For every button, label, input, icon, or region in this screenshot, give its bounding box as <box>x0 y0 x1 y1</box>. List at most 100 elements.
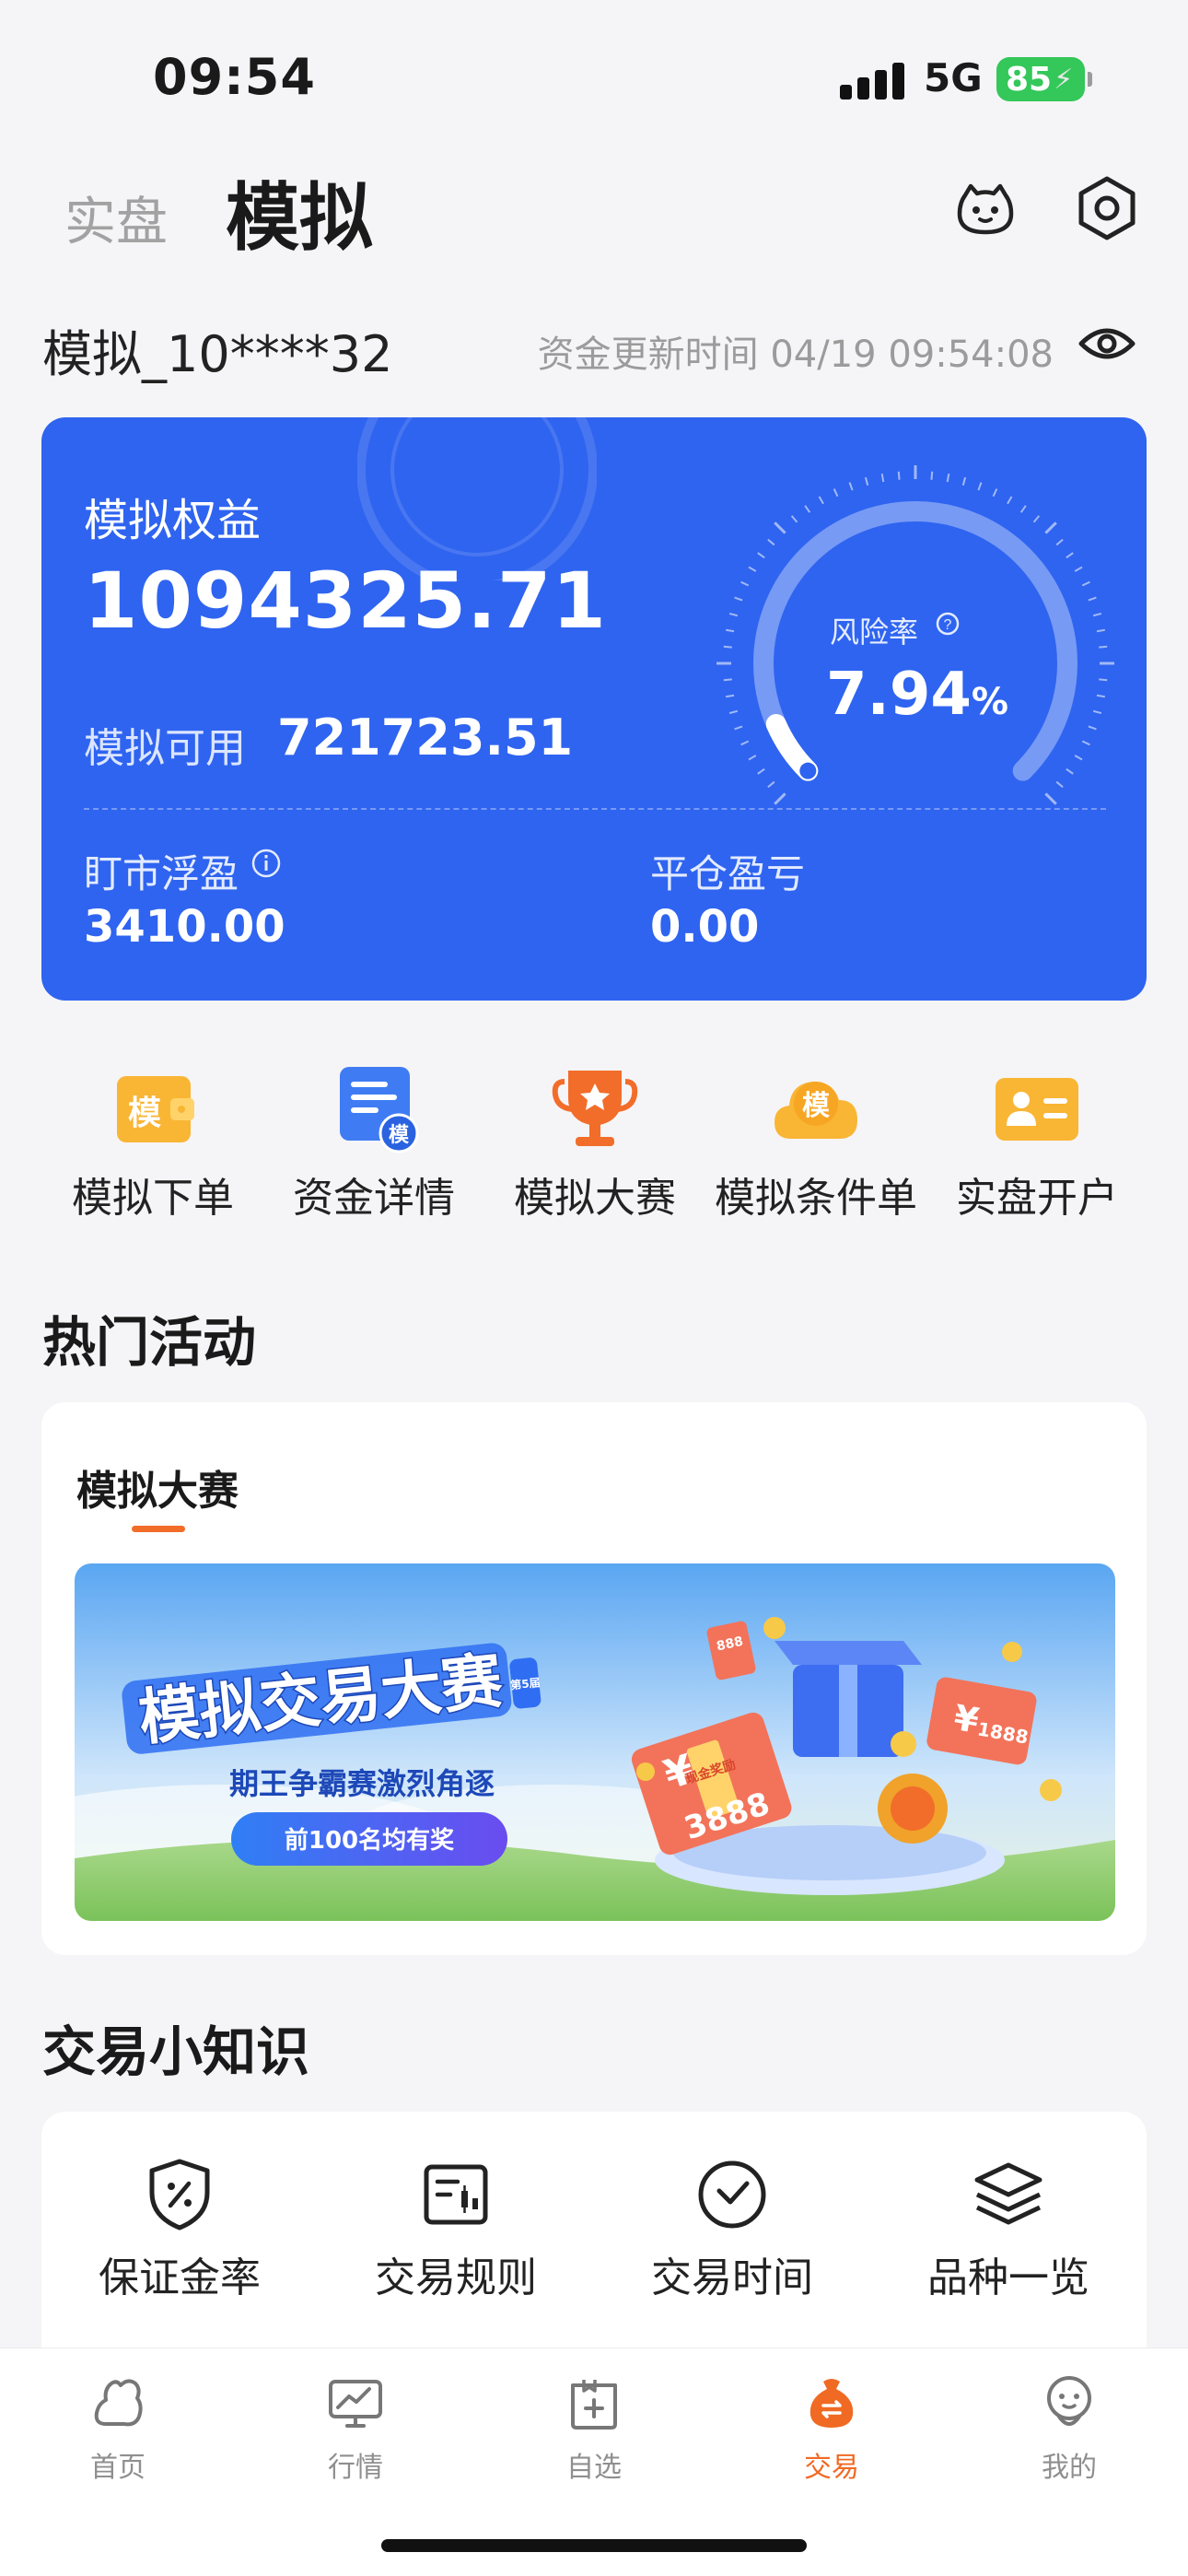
help-icon[interactable]: ? <box>935 611 961 637</box>
gauge-tick <box>726 694 735 698</box>
id-card-icon <box>996 1078 1078 1141</box>
gauge-tick <box>757 767 765 775</box>
banner-subtitle: 期王争霸赛激烈角逐 <box>229 1766 495 1801</box>
tab-label: 行情 <box>328 2452 383 2484</box>
info-icon[interactable] <box>250 847 283 880</box>
home-icon <box>94 2379 143 2427</box>
gauge-tick <box>748 755 757 761</box>
eye-visibility-icon[interactable] <box>1077 318 1136 369</box>
available-value: 721723.51 <box>277 708 574 767</box>
quick-action-competition[interactable]: 模拟大赛 <box>494 1058 696 1224</box>
tab-profile[interactable]: 我的 <box>996 2372 1143 2492</box>
gauge-tick <box>734 725 743 731</box>
gauge-tick <box>1032 515 1041 523</box>
gauge-tick <box>880 474 885 483</box>
tab-label: 交易 <box>804 2452 859 2484</box>
market-icon <box>329 2380 382 2428</box>
gauge-tick <box>790 515 798 523</box>
knowledge-product-list[interactable]: 品种一览 <box>889 2156 1128 2313</box>
gauge-tick <box>1055 538 1064 546</box>
knowledge-card: 保证金率 交易规则 交易时间 品种一览 <box>41 2112 1147 2351</box>
tab-market[interactable]: 行情 <box>282 2372 429 2492</box>
gauge-tick <box>864 476 869 486</box>
gauge-tick <box>734 596 743 602</box>
status-time: 09:54 <box>153 48 316 106</box>
risk-label: 风险率 <box>830 615 919 650</box>
robot-assistant-icon[interactable] <box>952 175 1019 241</box>
gauge-tick <box>757 552 765 559</box>
account-summary-card: 模拟权益 1094325.71 模拟可用 721723.51 风险率 ? 7.9… <box>41 417 1147 1001</box>
settings-icon[interactable] <box>1074 175 1140 241</box>
trophy-icon <box>552 1071 638 1146</box>
gauge-knob <box>799 762 817 779</box>
gauge-tick <box>728 709 739 715</box>
hot-activities-card: 模拟大赛 ¥ 现金奖励 3888 ¥ 1888 888 模拟交易大赛 第5届 期… <box>41 1402 1147 1955</box>
trade-icon <box>809 2379 854 2428</box>
knowledge-label: 保证金率 <box>99 2254 261 2301</box>
gauge-tick <box>1099 645 1108 649</box>
gauge-tick <box>740 740 750 746</box>
watchlist-icon <box>571 2380 617 2430</box>
rules-chart-icon <box>424 2164 488 2225</box>
document-icon: 模 <box>340 1067 419 1153</box>
knowledge-trading-hours[interactable]: 交易时间 <box>612 2156 852 2313</box>
gauge-tick <box>833 488 839 498</box>
quick-action-sim-order[interactable]: 模 模拟下单 <box>52 1058 254 1224</box>
knowledge-title: 交易小知识 <box>42 2020 310 2083</box>
gauge-tick <box>1088 725 1097 731</box>
knowledge-margin-rate[interactable]: 保证金率 <box>60 2156 299 2313</box>
gauge-tick <box>1055 780 1064 789</box>
gauge-tick <box>1066 552 1074 559</box>
knowledge-trading-rules[interactable]: 交易规则 <box>336 2156 576 2313</box>
gauge-tick <box>848 482 854 491</box>
gauge-tick <box>1092 612 1102 617</box>
risk-unit: % <box>971 681 1008 723</box>
tab-home[interactable]: 首页 <box>44 2372 192 2492</box>
gauge-tick <box>897 471 901 480</box>
gauge-tick <box>977 482 983 491</box>
gauge-tick <box>767 538 775 546</box>
risk-value: 7.94 <box>826 661 972 729</box>
competition-banner[interactable]: ¥ 现金奖励 3888 ¥ 1888 888 模拟交易大赛 第5届 期王争霸赛激… <box>75 1563 1115 1921</box>
quick-action-conditional-order[interactable]: 模 模拟条件单 <box>715 1058 917 1224</box>
account-name: 模拟_10****32 <box>42 325 393 383</box>
gauge-tick <box>1044 521 1057 534</box>
shield-percent-icon <box>149 2159 210 2231</box>
gauge-tick <box>804 505 811 513</box>
tab-real-account[interactable]: 实盘 <box>64 181 168 255</box>
cloud-icon: 模 <box>775 1082 857 1139</box>
gauge-tick <box>1092 709 1102 715</box>
gauge-tick <box>1081 580 1090 587</box>
gauge-fill <box>765 713 819 781</box>
floating-pnl-value: 3410.00 <box>84 901 285 953</box>
gauge-tick <box>774 792 786 805</box>
gauge-tick <box>723 645 732 649</box>
clock-icon <box>698 2160 766 2229</box>
quick-action-open-account[interactable]: 实盘开户 <box>936 1058 1138 1224</box>
wallet-icon: 模 <box>117 1076 194 1142</box>
banner-cta-button: 前100名均有奖 <box>285 1826 455 1855</box>
gauge-tick <box>1081 740 1090 746</box>
gauge-tick <box>1074 566 1083 572</box>
risk-value-wrap: 7.94% <box>826 661 1008 729</box>
cloud-badge: 模 <box>802 1090 830 1122</box>
gauge-tick <box>946 474 950 483</box>
gauge-tick <box>1096 694 1105 698</box>
home-indicator <box>381 2539 807 2552</box>
floating-pnl-label: 盯市浮盈 <box>84 851 239 896</box>
gauge-tick <box>1099 678 1108 682</box>
knowledge-label: 交易时间 <box>651 2254 813 2301</box>
tab-simulation[interactable]: 模拟 <box>226 158 373 265</box>
svg-text:?: ? <box>944 617 952 633</box>
gauge-tick <box>1019 505 1027 513</box>
tab-watchlist[interactable]: 自选 <box>520 2372 668 2492</box>
activity-tab-competition[interactable]: 模拟大赛 <box>76 1458 239 1516</box>
gauge-tick <box>930 471 934 480</box>
quick-action-label: 模拟下单 <box>72 1175 234 1222</box>
quick-action-fund-detail[interactable]: 模 资金详情 <box>273 1058 475 1224</box>
gauge-tick <box>1044 792 1057 805</box>
gauge-tick <box>728 612 739 617</box>
tab-trade[interactable]: 交易 <box>758 2372 905 2492</box>
quick-action-label: 模拟条件单 <box>715 1175 917 1222</box>
quick-action-label: 资金详情 <box>293 1175 455 1222</box>
